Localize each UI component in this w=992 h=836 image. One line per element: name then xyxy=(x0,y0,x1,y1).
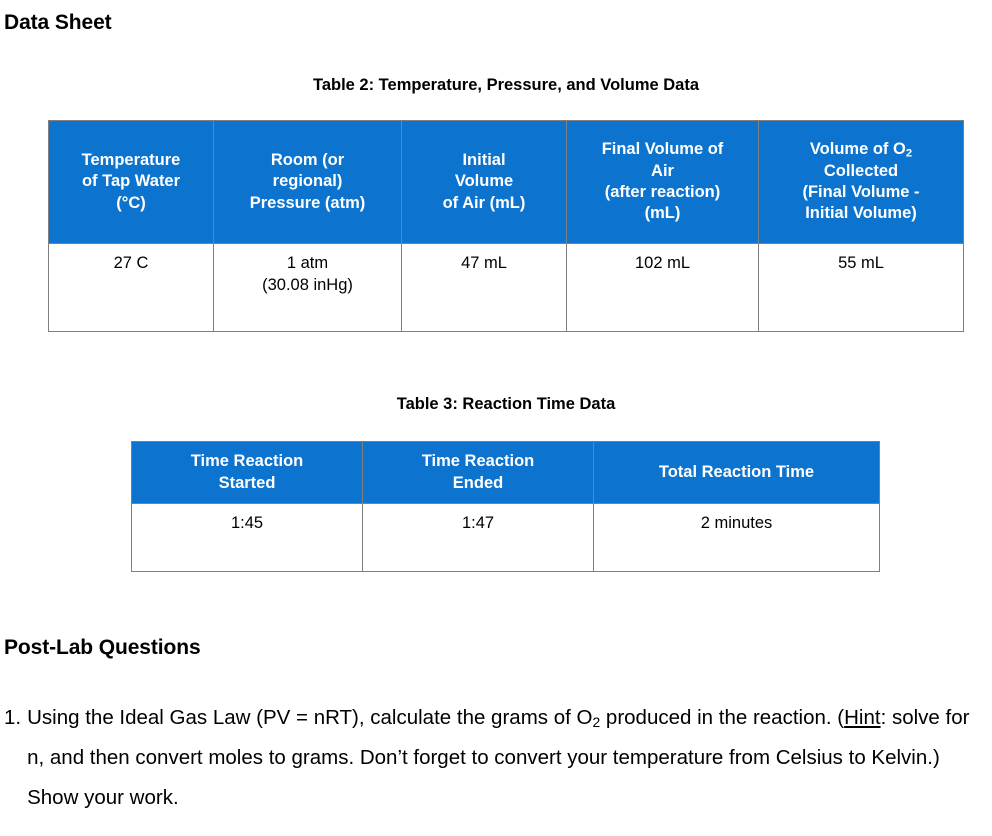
cell-initial-volume: 47 mL xyxy=(401,243,567,332)
table3-header-row: Time Reaction Started Time Reaction Ende… xyxy=(131,441,880,504)
cell-pressure: 1 atm (30.08 inHg) xyxy=(213,243,402,332)
table2-header-row: Temperature of Tap Water (°C) Room (or r… xyxy=(48,120,964,244)
header-line: Pressure (atm) xyxy=(249,193,366,212)
header-line: (after reaction) xyxy=(604,183,721,201)
cell-temperature: 27 C xyxy=(48,243,214,332)
table3-header-total-time: Total Reaction Time xyxy=(593,441,880,504)
header-line: Total Reaction Time xyxy=(658,462,815,481)
question-text-part1: Using the Ideal Gas Law (PV = nRT), calc… xyxy=(27,706,593,729)
header-line: Air xyxy=(651,161,674,180)
table-temperature-pressure-volume: Temperature of Tap Water (°C) Room (or r… xyxy=(48,120,964,332)
post-lab-questions-heading: Post-Lab Questions xyxy=(4,636,201,659)
table2-header-final-volume: Final Volume of Air (after reaction) (mL… xyxy=(566,120,759,244)
table3-header-time-started: Time Reaction Started xyxy=(131,441,363,504)
header-line: Initial xyxy=(462,150,506,169)
header-line: of Tap Water xyxy=(81,172,181,191)
header-line: Volume xyxy=(454,172,514,191)
table3-header-time-ended: Time Reaction Ended xyxy=(362,441,594,504)
oxygen-subscript: 2 xyxy=(905,147,913,160)
question-text-part2: produced in the reaction. ( xyxy=(600,706,845,729)
cell-final-volume: 102 mL xyxy=(566,243,759,332)
hint-label: Hint xyxy=(844,706,881,729)
question-item-1: 1. Using the Ideal Gas Law (PV = nRT), c… xyxy=(4,698,988,819)
cell-time-started: 1:45 xyxy=(131,503,363,572)
header-line: regional) xyxy=(272,172,343,191)
table3-caption: Table 3: Reaction Time Data xyxy=(396,395,616,413)
header-line: (mL) xyxy=(644,204,681,223)
table-reaction-time: Time Reaction Started Time Reaction Ende… xyxy=(131,441,880,572)
cell-line: (30.08 inHg) xyxy=(262,275,353,294)
document-page: Data Sheet Table 2: Temperature, Pressur… xyxy=(0,0,992,836)
header-line: Temperature xyxy=(81,150,181,169)
table2-caption: Table 2: Temperature, Pressure, and Volu… xyxy=(312,76,700,94)
header-line: Initial Volume) xyxy=(805,204,917,223)
header-line: Volume of O xyxy=(809,140,906,159)
header-line: (Final Volume - xyxy=(802,183,920,201)
header-line: Collected xyxy=(823,161,899,180)
table2-data-row: 27 C 1 atm (30.08 inHg) 47 mL 102 mL 55 … xyxy=(48,243,964,332)
cell-line: 1 atm xyxy=(286,254,329,272)
header-line: Started xyxy=(218,473,276,492)
cell-time-ended: 1:47 xyxy=(362,503,594,572)
question-list: 1. Using the Ideal Gas Law (PV = nRT), c… xyxy=(4,698,988,819)
header-line: Time Reaction xyxy=(190,452,304,471)
header-line: Time Reaction xyxy=(421,452,535,471)
header-line: Room (or xyxy=(270,150,345,169)
header-line: of Air (mL) xyxy=(442,193,526,212)
table2-header-initial-volume: Initial Volume of Air (mL) xyxy=(401,120,567,244)
table2-header-pressure: Room (or regional) Pressure (atm) xyxy=(213,120,402,244)
cell-oxygen-volume: 55 mL xyxy=(758,243,964,332)
table2-header-oxygen-volume: Volume of O2 Collected (Final Volume - I… xyxy=(758,120,964,244)
question-text: Using the Ideal Gas Law (PV = nRT), calc… xyxy=(27,698,988,819)
header-line: Ended xyxy=(452,473,504,492)
table2-header-temperature: Temperature of Tap Water (°C) xyxy=(48,120,214,244)
data-sheet-heading: Data Sheet xyxy=(4,11,112,34)
table3-data-row: 1:45 1:47 2 minutes xyxy=(131,503,880,572)
question-number: 1. xyxy=(4,706,22,729)
header-line: Final Volume of xyxy=(601,140,724,159)
header-line: (°C) xyxy=(116,193,146,212)
cell-total-time: 2 minutes xyxy=(593,503,880,572)
